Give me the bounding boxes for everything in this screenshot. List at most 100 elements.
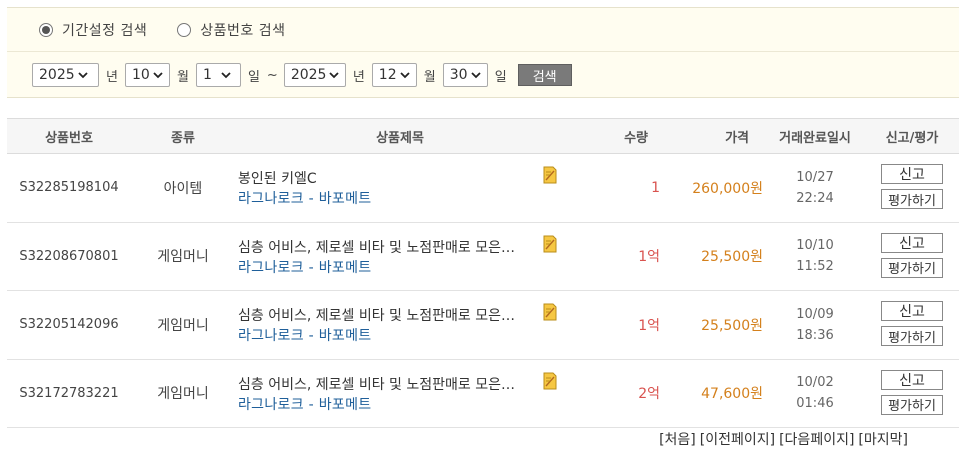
price: 25,500원 bbox=[701, 317, 763, 334]
pager-prev-link[interactable]: [이전페이지] bbox=[700, 429, 775, 449]
completed-time: 01:46 bbox=[796, 396, 834, 412]
start-year-value: 2025 bbox=[39, 67, 75, 83]
header-price: 가격 bbox=[725, 130, 749, 146]
search-mode-group: 기간설정 검색 상품번호 검색 bbox=[39, 20, 315, 40]
note-icon[interactable] bbox=[542, 166, 558, 184]
table-row: S32172783221 게임머니 심층 어비스, 제로셀 비타 및 노점판매로… bbox=[7, 360, 959, 428]
report-button[interactable]: 신고 bbox=[881, 232, 943, 253]
note-icon[interactable] bbox=[542, 303, 558, 321]
search-button[interactable]: 검색 bbox=[517, 64, 572, 86]
product-title-link[interactable]: 봉인된 키엘C bbox=[238, 168, 317, 188]
radio-product-number-label: 상품번호 검색 bbox=[200, 23, 286, 39]
chevron-down-icon bbox=[329, 72, 340, 79]
start-year-select[interactable]: 2025 bbox=[32, 63, 99, 87]
day-unit: 일 bbox=[494, 69, 507, 85]
rate-button[interactable]: 평가하기 bbox=[881, 394, 943, 415]
rate-button[interactable]: 평가하기 bbox=[881, 326, 943, 347]
product-title-link[interactable]: 심층 어비스, 제로셀 비타 및 노점판매로 모은… bbox=[238, 237, 515, 257]
action-cell: 신고 평가하기 bbox=[865, 164, 959, 210]
radio-button[interactable] bbox=[177, 23, 192, 37]
quantity: 1억 bbox=[638, 249, 660, 266]
report-button[interactable]: 신고 bbox=[881, 369, 943, 390]
header-kind: 종류 bbox=[171, 130, 195, 146]
completed-datetime: 10/09 18:36 bbox=[765, 304, 865, 346]
product-number: S32285198104 bbox=[19, 180, 119, 196]
completed-date: 10/10 bbox=[796, 238, 834, 254]
price: 25,500원 bbox=[701, 249, 763, 266]
product-number: S32208670801 bbox=[19, 248, 119, 264]
end-day-select[interactable]: 30 bbox=[442, 63, 488, 87]
product-title-cell: 심층 어비스, 제로셀 비타 및 노점판매로 모은… 라그나로크 - 바포메트 bbox=[235, 223, 565, 291]
start-month-value: 10 bbox=[131, 67, 150, 83]
product-kind: 게임머니 bbox=[157, 317, 209, 334]
end-year-select[interactable]: 2025 bbox=[283, 63, 346, 87]
chevron-down-icon bbox=[221, 72, 231, 79]
trade-history-table: 상품번호 종류 상품제목 수량 가격 거래완료일시 신고/평가 S3228519… bbox=[7, 118, 959, 428]
note-icon[interactable] bbox=[542, 235, 558, 253]
end-day-value: 30 bbox=[449, 67, 468, 83]
product-kind: 아이템 bbox=[163, 180, 203, 197]
rate-button[interactable]: 평가하기 bbox=[881, 189, 943, 210]
note-icon[interactable] bbox=[542, 372, 558, 390]
end-month-select[interactable]: 12 bbox=[371, 63, 417, 87]
rate-button[interactable]: 평가하기 bbox=[881, 257, 943, 278]
day-unit: 일 bbox=[247, 69, 260, 85]
completed-time: 18:36 bbox=[796, 327, 834, 343]
product-title-cell: 심층 어비스, 제로셀 비타 및 노점판매로 모은… 라그나로크 - 바포메트 bbox=[235, 360, 565, 428]
pager-first-link[interactable]: [처음] bbox=[659, 429, 696, 449]
completed-datetime: 10/02 01:46 bbox=[765, 372, 865, 414]
pager-last-link[interactable]: [마지막] bbox=[858, 429, 908, 449]
header-quantity: 수량 bbox=[624, 130, 648, 146]
start-day-select[interactable]: 1 bbox=[195, 63, 241, 87]
price: 260,000원 bbox=[692, 180, 763, 197]
game-server-link[interactable]: 라그나로크 - 바포메트 bbox=[238, 257, 371, 277]
product-title-cell: 봉인된 키엘C 라그나로크 - 바포메트 bbox=[235, 154, 565, 222]
pager-next-link[interactable]: [다음페이지] bbox=[779, 429, 854, 449]
product-kind: 게임머니 bbox=[157, 386, 209, 403]
action-cell: 신고 평가하기 bbox=[865, 301, 959, 347]
year-unit: 년 bbox=[352, 69, 365, 85]
panel-divider bbox=[7, 51, 959, 52]
radio-period-search[interactable]: 기간설정 검색 bbox=[39, 20, 147, 40]
header-report-rate: 신고/평가 bbox=[885, 130, 939, 146]
start-month-select[interactable]: 10 bbox=[124, 63, 170, 87]
action-cell: 신고 평가하기 bbox=[865, 232, 959, 278]
completed-time: 22:24 bbox=[796, 190, 834, 206]
quantity: 2억 bbox=[638, 386, 660, 403]
chevron-down-icon bbox=[78, 72, 88, 79]
product-number: S32172783221 bbox=[19, 385, 119, 401]
game-server-link[interactable]: 라그나로크 - 바포메트 bbox=[238, 188, 371, 208]
completed-datetime: 10/10 11:52 bbox=[765, 235, 865, 277]
radio-period-label: 기간설정 검색 bbox=[62, 23, 148, 39]
range-separator: ~ bbox=[266, 67, 278, 83]
start-day-value: 1 bbox=[202, 67, 212, 83]
header-completed-date: 거래완료일시 bbox=[779, 130, 851, 146]
table-row: S32208670801 게임머니 심층 어비스, 제로셀 비타 및 노점판매로… bbox=[7, 223, 959, 291]
product-number: S32205142096 bbox=[19, 317, 119, 333]
chevron-down-icon bbox=[153, 72, 163, 79]
report-button[interactable]: 신고 bbox=[881, 164, 943, 185]
search-panel: 기간설정 검색 상품번호 검색 2025 년 10 월 1 일 ~ 2025 년 bbox=[7, 7, 959, 98]
completed-date: 10/27 bbox=[796, 169, 834, 185]
date-range-row: 2025 년 10 월 1 일 ~ 2025 년 12 월 30 일 검색 bbox=[32, 63, 572, 87]
chevron-down-icon bbox=[399, 72, 410, 79]
radio-button-checked[interactable] bbox=[39, 23, 53, 37]
header-title: 상품제목 bbox=[376, 130, 424, 146]
report-button[interactable]: 신고 bbox=[881, 301, 943, 322]
action-cell: 신고 평가하기 bbox=[865, 369, 959, 415]
chevron-down-icon bbox=[470, 72, 481, 79]
product-title-link[interactable]: 심층 어비스, 제로셀 비타 및 노점판매로 모은… bbox=[238, 374, 515, 394]
month-unit: 월 bbox=[176, 69, 189, 85]
table-row: S32205142096 게임머니 심층 어비스, 제로셀 비타 및 노점판매로… bbox=[7, 291, 959, 360]
product-title-link[interactable]: 심층 어비스, 제로셀 비타 및 노점판매로 모은… bbox=[238, 305, 515, 325]
radio-product-number-search[interactable]: 상품번호 검색 bbox=[177, 20, 285, 40]
game-server-link[interactable]: 라그나로크 - 바포메트 bbox=[238, 325, 371, 345]
quantity: 1억 bbox=[638, 317, 660, 334]
game-server-link[interactable]: 라그나로크 - 바포메트 bbox=[238, 394, 371, 414]
table-row: S32285198104 아이템 봉인된 키엘C 라그나로크 - 바포메트 1 … bbox=[7, 154, 959, 223]
completed-date: 10/09 bbox=[796, 306, 834, 322]
product-kind: 게임머니 bbox=[157, 249, 209, 266]
year-unit: 년 bbox=[106, 69, 118, 85]
month-unit: 월 bbox=[423, 69, 436, 85]
end-year-value: 2025 bbox=[290, 67, 327, 83]
